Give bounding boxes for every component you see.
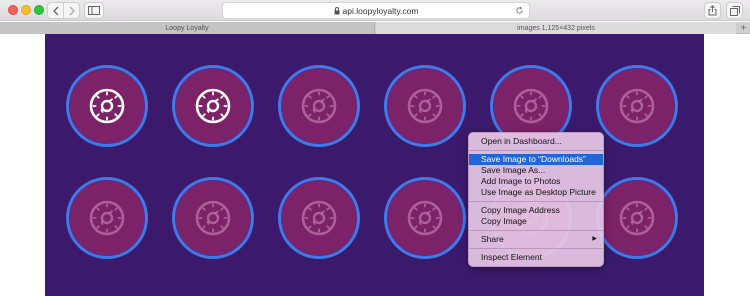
forward-button[interactable]	[63, 2, 80, 19]
donut-icon	[407, 88, 443, 124]
address-bar[interactable]: api.loopyloyalty.com	[222, 2, 530, 19]
donut-icon	[513, 88, 549, 124]
plus-icon: +	[740, 22, 747, 34]
tab-label: Loopy Loyalty	[165, 24, 209, 32]
menu-item-share-label: Share	[481, 234, 504, 244]
donut-icon	[89, 88, 125, 124]
tab-bar: Loopy Loyalty images 1,125×432 pixels +	[0, 22, 750, 34]
sidebar-icon	[88, 6, 100, 15]
donut-icon	[89, 200, 125, 236]
donut-icon	[301, 200, 337, 236]
menu-separator	[469, 150, 603, 151]
tab-image[interactable]: images 1,125×432 pixels	[376, 22, 736, 34]
donut-icon	[407, 200, 443, 236]
stamp-inactive	[278, 177, 360, 259]
stamp-active	[66, 65, 148, 147]
menu-item-save-image-as[interactable]: Save Image As...	[469, 165, 603, 176]
browser-toolbar: api.loopyloyalty.com	[0, 0, 750, 21]
stamp-inactive	[172, 177, 254, 259]
menu-separator	[469, 201, 603, 202]
new-tab-button[interactable]: +	[737, 22, 750, 34]
menu-item-save-to-downloads[interactable]: Save Image to “Downloads”	[469, 154, 603, 165]
stamp-inactive	[384, 177, 466, 259]
menu-separator	[469, 248, 603, 249]
submenu-arrow-icon: ▶	[592, 236, 597, 242]
stamp-inactive	[66, 177, 148, 259]
chevron-left-icon	[52, 6, 58, 15]
menu-item-copy-image-address[interactable]: Copy Image Address	[469, 205, 603, 216]
minimize-window-button[interactable]	[21, 5, 31, 15]
show-tabs-button[interactable]	[726, 2, 743, 19]
close-window-button[interactable]	[8, 5, 18, 15]
tab-loopy-loyalty[interactable]: Loopy Loyalty	[0, 22, 375, 34]
stamp-inactive	[278, 65, 360, 147]
stamp-card-image[interactable]	[45, 34, 704, 296]
menu-item-desktop-picture[interactable]: Use Image as Desktop Picture	[469, 187, 603, 198]
sidebar-button[interactable]	[84, 2, 104, 19]
back-button[interactable]	[47, 2, 64, 19]
menu-item-inspect-element[interactable]: Inspect Element	[469, 252, 603, 263]
menu-item-copy-image[interactable]: Copy Image	[469, 216, 603, 227]
menu-item-add-to-photos[interactable]: Add Image to Photos	[469, 176, 603, 187]
page-content: Open in Dashboard... Save Image to “Down…	[0, 34, 750, 296]
chevron-right-icon	[69, 6, 75, 15]
stamp-inactive	[596, 65, 678, 147]
menu-item-open-dashboard[interactable]: Open in Dashboard...	[469, 136, 603, 147]
menu-separator	[469, 230, 603, 231]
donut-icon	[195, 88, 231, 124]
stamp-inactive	[596, 177, 678, 259]
donut-icon	[301, 88, 337, 124]
stamp-active	[172, 65, 254, 147]
context-menu: Open in Dashboard... Save Image to “Down…	[468, 132, 604, 267]
tabs-overview-icon	[729, 5, 740, 16]
donut-icon	[195, 200, 231, 236]
lock-icon	[334, 6, 340, 14]
share-icon	[708, 5, 717, 16]
reload-icon[interactable]	[515, 6, 524, 15]
address-text: api.loopyloyalty.com	[342, 5, 419, 16]
menu-item-share[interactable]: Share ▶	[469, 234, 603, 245]
donut-icon	[619, 88, 655, 124]
share-button[interactable]	[704, 2, 721, 19]
zoom-window-button[interactable]	[34, 5, 44, 15]
stamp-inactive	[384, 65, 466, 147]
tab-label: images 1,125×432 pixels	[517, 24, 595, 32]
donut-icon	[619, 200, 655, 236]
